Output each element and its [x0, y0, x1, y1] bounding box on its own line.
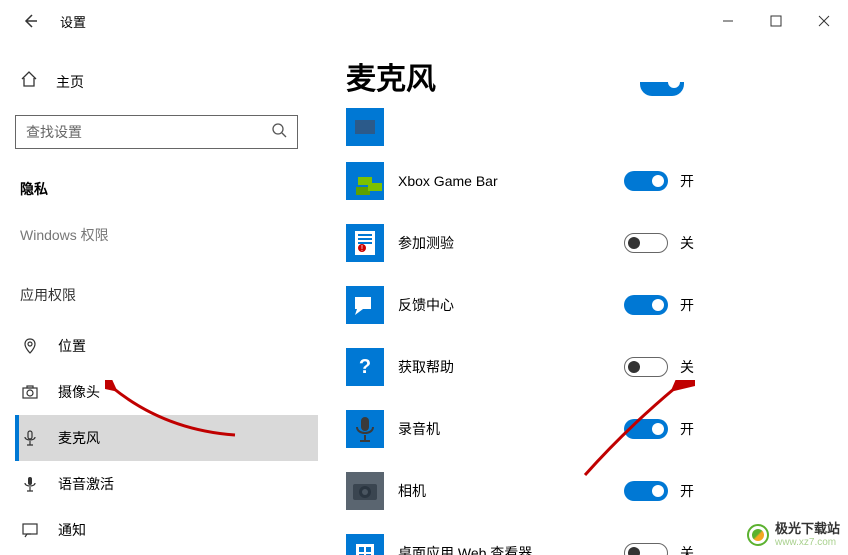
page-title: 麦克风: [346, 54, 848, 98]
sidebar-item-voice-activation[interactable]: 语音激活: [15, 461, 318, 507]
search-icon: [271, 122, 287, 143]
window-title: 设置: [60, 12, 86, 31]
app-icon: !: [346, 224, 384, 262]
app-name: Xbox Game Bar: [398, 173, 624, 189]
sidebar-item-label: 语音激活: [58, 474, 114, 494]
toggle-label: 开: [680, 295, 700, 315]
sidebar-item-location[interactable]: 位置: [15, 323, 318, 369]
app-name: 反馈中心: [398, 295, 624, 315]
app-icon: [346, 410, 384, 448]
section-privacy: 隐私: [15, 171, 318, 217]
app-list: Xbox Game Bar 开 ! 参加测验 关 反馈中心 开 ? 获取帮助 关…: [346, 104, 848, 555]
home-label: 主页: [56, 72, 84, 92]
back-button[interactable]: [20, 11, 40, 31]
app-icon: [346, 286, 384, 324]
toggle-switch[interactable]: [624, 295, 668, 315]
partial-toggle[interactable]: [640, 82, 684, 96]
toggle-switch[interactable]: [624, 419, 668, 439]
search-input[interactable]: [26, 124, 271, 140]
home-icon: [20, 70, 38, 93]
watermark: 极光下载站 www.xz7.com: [747, 521, 840, 549]
watermark-logo: [747, 524, 769, 546]
watermark-name: 极光下载站: [775, 521, 840, 537]
app-name: 录音机: [398, 419, 624, 439]
app-name: 桌面应用 Web 查看器: [398, 543, 624, 555]
toggle-label: 开: [680, 419, 700, 439]
section-windows-perm: Windows 权限: [15, 217, 318, 263]
app-row: 反馈中心 开: [346, 274, 848, 336]
maximize-button[interactable]: [752, 0, 800, 42]
toggle-label: 关: [680, 357, 700, 377]
titlebar: 设置: [0, 0, 848, 42]
toggle-switch[interactable]: [624, 233, 668, 253]
home-nav[interactable]: 主页: [15, 60, 318, 103]
sidebar-item-label: 摄像头: [58, 382, 100, 402]
nav-list: 位置 摄像头 麦克风 语音激活: [15, 323, 318, 553]
app-row: ! 参加测验 关: [346, 212, 848, 274]
app-icon: [346, 162, 384, 200]
app-name: 获取帮助: [398, 357, 624, 377]
toggle-label: 关: [680, 233, 700, 253]
sidebar-item-label: 位置: [58, 336, 86, 356]
camera-icon: [20, 383, 40, 401]
app-icon: [346, 534, 384, 555]
toggle-label: 关: [680, 543, 700, 555]
content-area: 麦克风 Xbox Game Bar 开 ! 参加测验 关 反馈中心 开 ?: [318, 42, 848, 555]
sidebar-item-notifications[interactable]: 通知: [15, 507, 318, 553]
app-icon: [346, 472, 384, 510]
watermark-url: www.xz7.com: [775, 537, 840, 549]
minimize-button[interactable]: [704, 0, 752, 42]
sidebar-item-camera[interactable]: 摄像头: [15, 369, 318, 415]
close-button[interactable]: [800, 0, 848, 42]
app-name: 参加测验: [398, 233, 624, 253]
section-app-perm: 应用权限: [15, 263, 318, 323]
toggle-switch[interactable]: [624, 481, 668, 501]
sidebar-item-label: 通知: [58, 520, 86, 540]
app-icon: ?: [346, 348, 384, 386]
location-icon: [20, 337, 40, 355]
toggle-label: 开: [680, 171, 700, 191]
window-controls: [704, 0, 848, 42]
app-row: Xbox Game Bar 开: [346, 150, 848, 212]
app-row: 录音机 开: [346, 398, 848, 460]
toggle-switch[interactable]: [624, 543, 668, 555]
sidebar-item-microphone[interactable]: 麦克风: [15, 415, 318, 461]
toggle-label: 开: [680, 481, 700, 501]
app-row: ? 获取帮助 关: [346, 336, 848, 398]
app-row: [346, 104, 848, 150]
app-name: 相机: [398, 481, 624, 501]
app-icon: [346, 108, 384, 146]
microphone-icon: [20, 429, 40, 447]
app-row: 相机 开: [346, 460, 848, 522]
sidebar-item-label: 麦克风: [58, 428, 100, 448]
notification-icon: [20, 521, 40, 539]
toggle-switch[interactable]: [624, 357, 668, 377]
sidebar: 主页 隐私 Windows 权限 应用权限 位置 摄像头: [0, 42, 318, 555]
toggle-switch[interactable]: [624, 171, 668, 191]
search-box[interactable]: [15, 115, 298, 149]
main-container: 主页 隐私 Windows 权限 应用权限 位置 摄像头: [0, 42, 848, 555]
voice-icon: [20, 475, 40, 493]
